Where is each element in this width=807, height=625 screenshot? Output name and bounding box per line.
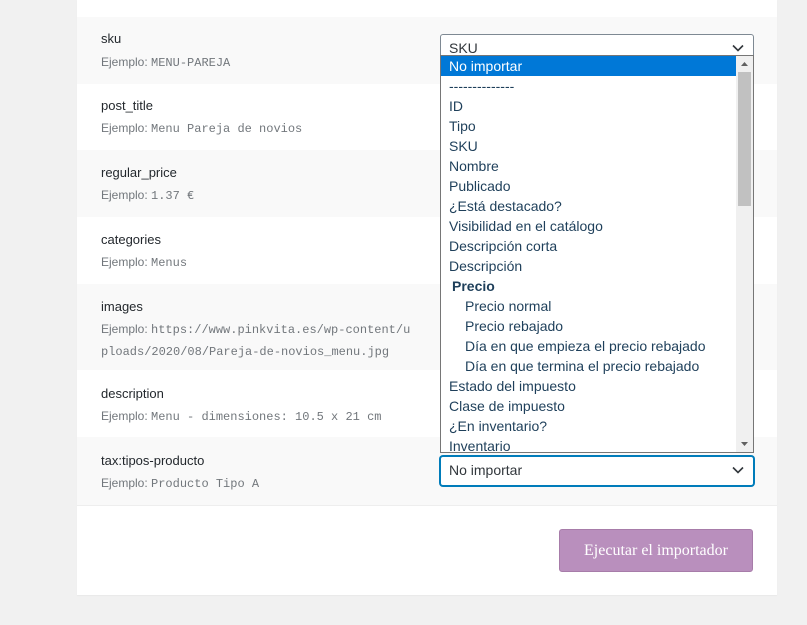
option-precio-normal[interactable]: Precio normal <box>441 296 753 316</box>
select-value: SKU <box>449 40 478 56</box>
example-label: Ejemplo: <box>101 55 148 69</box>
example-value: Menu Pareja de novios <box>151 122 303 136</box>
option-visibilidad-catalogo[interactable]: Visibilidad en el catálogo <box>441 216 753 236</box>
example-value: Menu - dimensiones: 10.5 x 21 cm <box>151 410 382 424</box>
example-value: https://www.pinkvita.es/wp-content/u <box>151 323 411 337</box>
option-no-importar[interactable]: No importar <box>441 56 753 76</box>
example-label: Ejemplo: <box>101 322 148 336</box>
option-publicado[interactable]: Publicado <box>441 176 753 196</box>
option-separator: -------------- <box>449 78 515 94</box>
column-example: Ejemplo: https://www.pinkvita.es/wp-cont… <box>101 319 421 363</box>
column-name: regular_price <box>101 165 177 180</box>
option-precio-rebajado[interactable]: Precio rebajado <box>441 316 753 336</box>
example-value: 1.37 € <box>151 189 195 203</box>
select-value: No importar <box>449 462 523 478</box>
example-value: MENU-PAREJA <box>151 56 231 70</box>
column-name: categories <box>101 232 161 247</box>
option-descripcion-corta[interactable]: Descripción corta <box>441 236 753 256</box>
chevron-down-icon <box>732 466 744 474</box>
option-estado-impuesto[interactable]: Estado del impuesto <box>441 376 753 396</box>
column-example: Ejemplo: Menu - dimensiones: 10.5 x 21 c… <box>101 406 421 428</box>
column-example: Ejemplo: Menus <box>101 252 421 274</box>
example-value: Producto Tipo A <box>151 477 260 491</box>
divider <box>77 505 777 506</box>
example-value-continued: ploads/2020/08/Pareja-de-novios_menu.jpg <box>101 345 390 359</box>
column-example: Ejemplo: Menu Pareja de novios <box>101 118 421 140</box>
column-example: Ejemplo: MENU-PAREJA <box>101 52 421 74</box>
column-example: Ejemplo: Producto Tipo A <box>101 473 421 495</box>
option-id[interactable]: ID <box>441 96 753 116</box>
scroll-down-arrow-icon[interactable] <box>736 436 753 452</box>
scroll-thumb[interactable] <box>738 72 751 206</box>
column-name: tax:tipos-producto <box>101 453 205 468</box>
option-nombre[interactable]: Nombre <box>441 156 753 176</box>
option-tipo[interactable]: Tipo <box>441 116 753 136</box>
scroll-up-arrow-icon[interactable] <box>736 56 753 72</box>
option-sku[interactable]: SKU <box>441 136 753 156</box>
option-dia-termina-rebajado[interactable]: Día en que termina el precio rebajado <box>441 356 753 376</box>
column-name: images <box>101 299 143 314</box>
optgroup-precio: Precio <box>452 278 495 294</box>
sku-mapping-dropdown-list[interactable]: No importar -------------- ID Tipo SKU N… <box>440 55 754 453</box>
dropdown-scrollbar[interactable] <box>736 56 753 452</box>
column-name: post_title <box>101 98 154 113</box>
example-label: Ejemplo: <box>101 409 148 423</box>
column-name: sku <box>101 31 122 46</box>
column-name: description <box>101 386 164 401</box>
option-esta-destacado[interactable]: ¿Está destacado? <box>441 196 753 216</box>
example-label: Ejemplo: <box>101 255 148 269</box>
option-inventario[interactable]: Inventario <box>441 436 753 452</box>
tax-tipos-producto-mapping-select[interactable]: No importar <box>440 456 754 486</box>
chevron-down-icon <box>732 44 744 52</box>
example-label: Ejemplo: <box>101 121 148 135</box>
option-clase-impuesto[interactable]: Clase de impuesto <box>441 396 753 416</box>
column-example: Ejemplo: 1.37 € <box>101 185 421 207</box>
option-descripcion[interactable]: Descripción <box>441 256 753 276</box>
option-en-inventario[interactable]: ¿En inventario? <box>441 416 753 436</box>
example-label: Ejemplo: <box>101 476 148 490</box>
example-label: Ejemplo: <box>101 188 148 202</box>
example-value: Menus <box>151 256 188 270</box>
run-importer-button[interactable]: Ejecutar el importador <box>559 529 753 572</box>
option-dia-empieza-rebajado[interactable]: Día en que empieza el precio rebajado <box>441 336 753 356</box>
